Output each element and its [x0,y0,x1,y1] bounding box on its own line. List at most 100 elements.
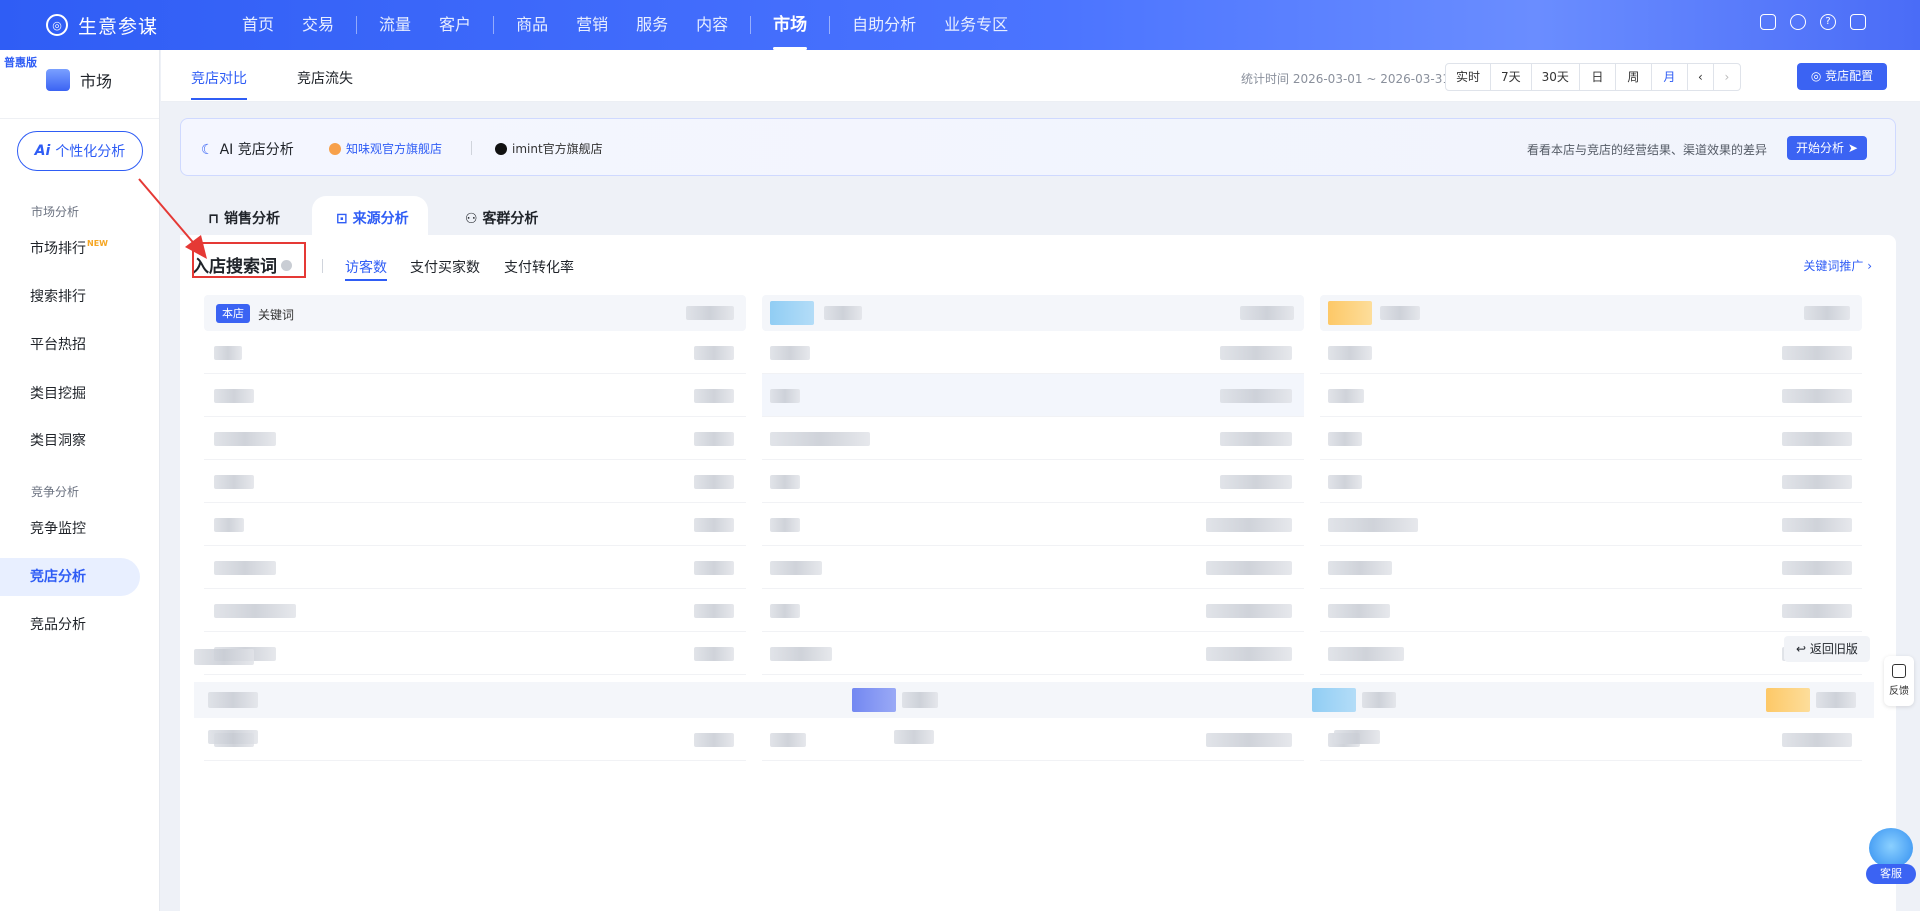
brand[interactable]: ◎ 生意参谋 [46,12,216,39]
start-analysis-button[interactable]: 开始分析 ➤ [1787,136,1867,160]
tab-shop-churn[interactable]: 竞店流失 [297,68,353,88]
panel-header [1320,295,1862,331]
nav-divider [356,16,358,34]
mascot-icon [1869,828,1913,868]
tab-sales-analysis[interactable]: ⊓ 销售分析 [208,208,280,228]
period-realtime[interactable]: 实时 [1446,64,1492,90]
sidebar-item-market-rank[interactable]: 市场排行 NEW [0,230,140,268]
panel-header [762,295,1304,331]
nav-traffic[interactable]: 流量 [365,0,425,50]
period-30d[interactable]: 30天 [1532,64,1580,90]
shop-own[interactable]: 知味观官方旗舰店 [329,140,442,157]
keyword-promo-link[interactable]: 关键词推广 › [1803,257,1872,274]
ai-icon: Ai [34,143,51,159]
table-row[interactable] [762,589,1304,632]
period-7d[interactable]: 7天 [1491,64,1532,90]
sidebar-item-label: 市场排行 [30,241,86,257]
tab-source-analysis[interactable]: ⊡ 来源分析 [336,208,409,228]
nav-marketing[interactable]: 营销 [562,0,622,50]
shop-config-button[interactable]: ◎ 竞店配置 [1797,63,1887,90]
sidebar-item-search-rank[interactable]: 搜索排行 [0,278,140,316]
table-row[interactable] [204,417,746,460]
nav-market[interactable]: 市场 [759,0,821,50]
tab-customer-analysis[interactable]: ⚇ 客群分析 [465,208,538,228]
table-row[interactable] [1320,546,1862,589]
table-row[interactable] [762,503,1304,546]
table-row[interactable] [1320,331,1862,374]
shop-logo-icon [329,143,341,155]
nav-product[interactable]: 商品 [502,0,562,50]
nav-business-zone[interactable]: 业务专区 [930,0,1022,50]
logout-icon[interactable] [1850,14,1866,30]
moon-icon: ☾ [201,142,214,158]
sidebar-item-product-analysis[interactable]: 竞品分析 [0,606,140,644]
nav-content[interactable]: 内容 [682,0,742,50]
nav-customer[interactable]: 客户 [425,0,485,50]
table-row[interactable] [1320,503,1862,546]
top-icons: ? [1760,14,1866,30]
shop-logo [852,688,896,712]
period-week[interactable]: 周 [1616,64,1652,90]
ai-banner-label: ☾ AI 竞店分析 [201,142,294,158]
table-row[interactable] [204,374,746,417]
main-nav: 首页 交易 流量 客户 商品 营销 服务 内容 市场 自助分析 业务专区 [228,0,1022,50]
nav-trade[interactable]: 交易 [288,0,348,50]
metric-buyers[interactable]: 支付买家数 [410,257,480,277]
feedback-button[interactable]: 反馈 [1884,656,1914,706]
next-period-icon[interactable]: › [1714,64,1740,90]
table-row[interactable] [194,718,1874,758]
sidebar-item-shop-analysis[interactable]: 竞店分析 [0,558,140,596]
table-row[interactable] [1320,460,1862,503]
metric-visitors[interactable]: 访客数 [345,257,387,281]
sidebar-item-category-mining[interactable]: 类目挖掘 [0,375,140,413]
table-row[interactable] [204,632,746,675]
tab-shop-compare[interactable]: 竞店对比 [191,68,247,100]
compass-icon: ◎ [46,14,68,36]
sidebar-item-platform-hot[interactable]: 平台热招 [0,326,140,364]
plan-badge: 普惠版 [4,56,37,69]
table-row[interactable] [762,417,1304,460]
table-row[interactable] [1320,589,1862,632]
nav-home[interactable]: 首页 [228,0,288,50]
market-chart-icon [46,69,70,91]
metric-conversion[interactable]: 支付转化率 [504,257,574,277]
table-row[interactable] [762,374,1304,417]
back-old-version-button[interactable]: ↩ 返回旧版 [1784,636,1870,662]
period-selector: 实时 7天 30天 日 周 月 ‹ › [1445,63,1741,91]
table-row[interactable] [1320,632,1862,675]
table-row[interactable] [204,503,746,546]
help-icon[interactable]: ? [1820,14,1836,30]
nav-self-analysis[interactable]: 自助分析 [838,0,930,50]
period-day[interactable]: 日 [1580,64,1616,90]
sidebar-item-compete-monitor[interactable]: 竞争监控 [0,510,140,548]
personalized-analysis-button[interactable]: Ai 个性化分析 [17,131,143,171]
chart-icon: ⊡ [336,211,353,227]
table-row[interactable] [204,460,746,503]
table-row[interactable] [762,460,1304,503]
table-row[interactable] [1320,374,1862,417]
service-label: 客服 [1866,864,1916,884]
shop-competitor[interactable]: imint官方旗舰店 [495,140,603,157]
table-row[interactable] [204,546,746,589]
table-row[interactable] [762,331,1304,374]
period-month[interactable]: 月 [1652,64,1688,90]
group-compete-analysis: 竞争分析 [31,485,80,499]
stat-time: 统计时间 2026-03-01 ~ 2026-03-31 [1241,72,1450,86]
blurred-value [686,306,734,320]
prev-period-icon[interactable]: ‹ [1688,64,1714,90]
table-row[interactable] [762,632,1304,675]
table-row[interactable] [1320,417,1862,460]
table-row[interactable] [762,546,1304,589]
message-icon[interactable] [1760,14,1776,30]
sidebar-item-category-insight[interactable]: 类目洞察 [0,422,140,460]
customer-service-button[interactable]: 客服 [1866,828,1916,884]
group-market-analysis: 市场分析 [31,205,80,219]
table-row[interactable] [204,589,746,632]
brand-name: 生意参谋 [78,15,159,38]
module-label: 市场 [80,72,113,91]
panel-header: 本店 关键词 [204,295,746,331]
config-button-label: 竞店配置 [1825,69,1874,83]
user-icon[interactable] [1790,14,1806,30]
nav-service[interactable]: 服务 [622,0,682,50]
table-row[interactable] [204,331,746,374]
